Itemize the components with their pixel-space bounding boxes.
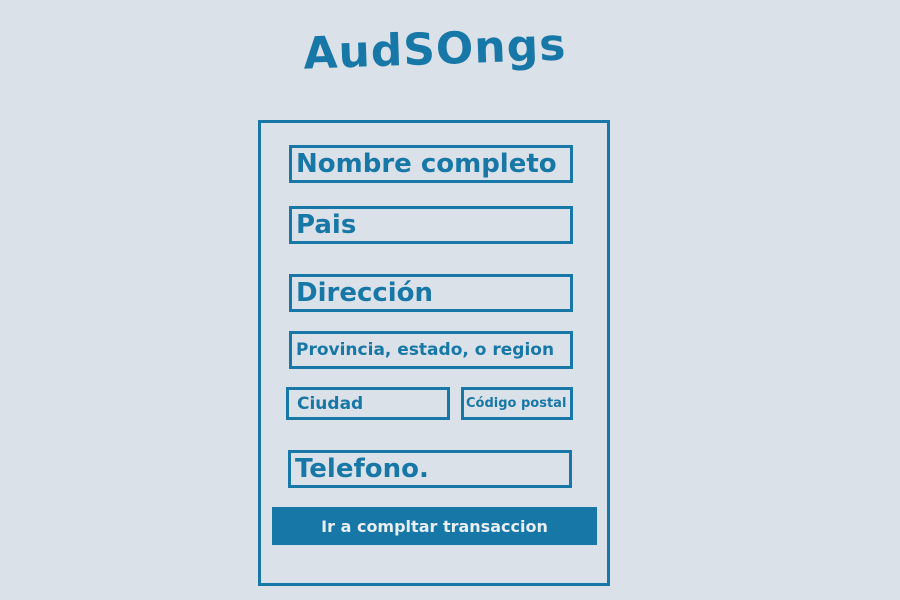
address-input[interactable] <box>289 274 573 312</box>
country-input[interactable] <box>289 206 573 244</box>
app-logo: AudSOngs <box>302 19 568 80</box>
complete-transaction-button[interactable]: Ir a compltar transaccion <box>272 507 597 545</box>
city-input[interactable] <box>286 387 450 420</box>
full-name-input[interactable] <box>289 145 573 183</box>
phone-input[interactable] <box>288 450 572 488</box>
province-state-region-input[interactable] <box>289 331 573 369</box>
postal-code-input[interactable] <box>461 387 573 420</box>
